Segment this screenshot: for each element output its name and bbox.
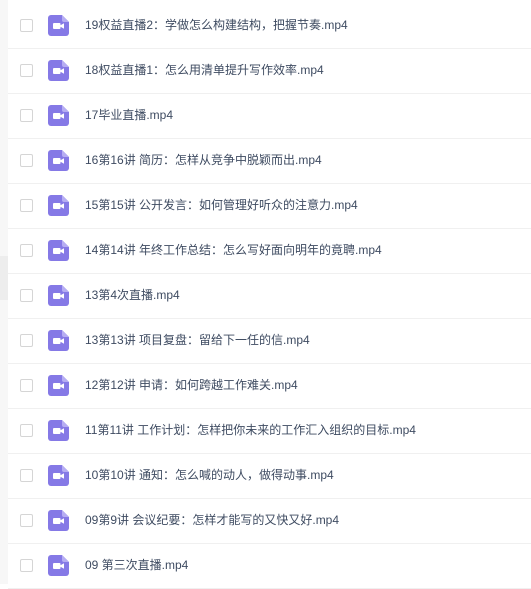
- left-panel-edge: [0, 0, 8, 584]
- file-name[interactable]: 13第13讲 项目复盘：留给下一任的信.mp4: [85, 332, 310, 348]
- file-row[interactable]: 10第10讲 通知：怎么喊的动人，做得动事.mp4: [8, 454, 531, 499]
- file-row[interactable]: 17毕业直播.mp4: [8, 94, 531, 139]
- video-file-icon: [48, 60, 69, 81]
- video-file-icon: [48, 375, 69, 396]
- left-panel-band: [0, 256, 8, 300]
- file-name[interactable]: 09第9讲 会议纪要：怎样才能写的又快又好.mp4: [85, 512, 339, 528]
- file-name[interactable]: 18权益直播1：怎么用清单提升写作效率.mp4: [85, 62, 324, 78]
- file-name[interactable]: 11第11讲 工作计划：怎样把你未来的工作汇入组织的目标.mp4: [85, 422, 416, 438]
- file-name[interactable]: 16第16讲 简历：怎样从竞争中脱颖而出.mp4: [85, 152, 322, 168]
- select-checkbox[interactable]: [20, 469, 33, 482]
- file-name[interactable]: 12第12讲 申请：如何跨越工作难关.mp4: [85, 377, 298, 393]
- select-checkbox[interactable]: [20, 109, 33, 122]
- video-file-icon: [48, 510, 69, 531]
- file-row[interactable]: 11第11讲 工作计划：怎样把你未来的工作汇入组织的目标.mp4: [8, 409, 531, 454]
- video-file-icon: [48, 195, 69, 216]
- select-checkbox[interactable]: [20, 199, 33, 212]
- select-checkbox[interactable]: [20, 244, 33, 257]
- video-file-icon: [48, 330, 69, 351]
- select-checkbox[interactable]: [20, 19, 33, 32]
- select-checkbox[interactable]: [20, 559, 33, 572]
- video-file-icon: [48, 15, 69, 36]
- video-file-icon: [48, 285, 69, 306]
- file-row[interactable]: 09 第三次直播.mp4: [8, 544, 531, 589]
- select-checkbox[interactable]: [20, 154, 33, 167]
- file-row[interactable]: 13第13讲 项目复盘：留给下一任的信.mp4: [8, 319, 531, 364]
- select-checkbox[interactable]: [20, 334, 33, 347]
- file-row[interactable]: 15第15讲 公开发言：如何管理好听众的注意力.mp4: [8, 184, 531, 229]
- video-file-icon: [48, 240, 69, 261]
- video-file-icon: [48, 420, 69, 441]
- select-checkbox[interactable]: [20, 289, 33, 302]
- video-file-icon: [48, 105, 69, 126]
- file-name[interactable]: 17毕业直播.mp4: [85, 107, 173, 123]
- select-checkbox[interactable]: [20, 64, 33, 77]
- file-row[interactable]: 09第9讲 会议纪要：怎样才能写的又快又好.mp4: [8, 499, 531, 544]
- video-file-icon: [48, 465, 69, 486]
- select-checkbox[interactable]: [20, 379, 33, 392]
- file-name[interactable]: 13第4次直播.mp4: [85, 287, 180, 303]
- file-name[interactable]: 15第15讲 公开发言：如何管理好听众的注意力.mp4: [85, 197, 358, 213]
- file-list: 19权益直播2：学做怎么构建结构，把握节奏.mp4 18权益直播1：怎么用清单提…: [8, 0, 531, 589]
- file-name[interactable]: 19权益直播2：学做怎么构建结构，把握节奏.mp4: [85, 17, 348, 33]
- file-row[interactable]: 16第16讲 简历：怎样从竞争中脱颖而出.mp4: [8, 139, 531, 184]
- file-name[interactable]: 14第14讲 年终工作总结：怎么写好面向明年的竟聘.mp4: [85, 242, 382, 258]
- video-file-icon: [48, 150, 69, 171]
- file-name[interactable]: 10第10讲 通知：怎么喊的动人，做得动事.mp4: [85, 467, 334, 483]
- file-row[interactable]: 12第12讲 申请：如何跨越工作难关.mp4: [8, 364, 531, 409]
- file-row[interactable]: 13第4次直播.mp4: [8, 274, 531, 319]
- file-row[interactable]: 14第14讲 年终工作总结：怎么写好面向明年的竟聘.mp4: [8, 229, 531, 274]
- file-name[interactable]: 09 第三次直播.mp4: [85, 557, 188, 573]
- file-row[interactable]: 19权益直播2：学做怎么构建结构，把握节奏.mp4: [8, 4, 531, 49]
- file-row[interactable]: 18权益直播1：怎么用清单提升写作效率.mp4: [8, 49, 531, 94]
- select-checkbox[interactable]: [20, 424, 33, 437]
- select-checkbox[interactable]: [20, 514, 33, 527]
- video-file-icon: [48, 555, 69, 576]
